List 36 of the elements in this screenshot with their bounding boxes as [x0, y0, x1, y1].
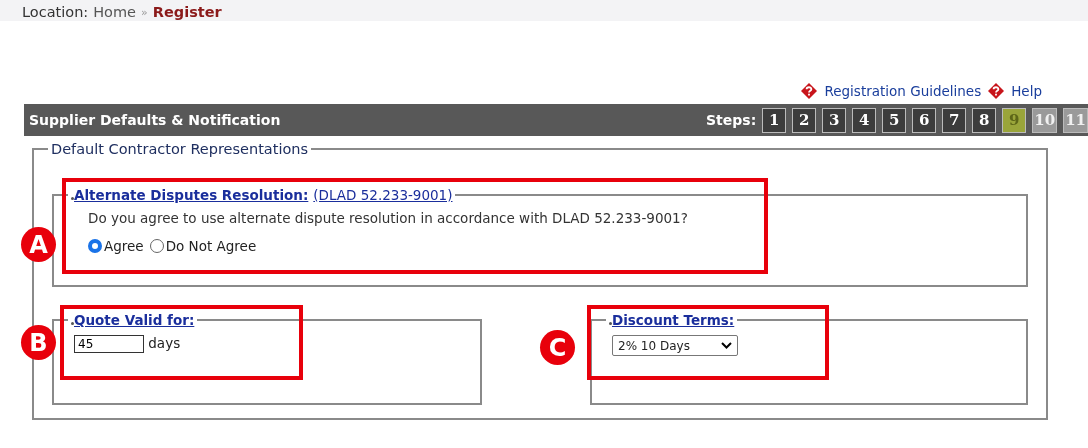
field-label-link[interactable]: Alternate Disputes Resolution: [74, 187, 309, 203]
chevron-icon [721, 342, 732, 349]
dropdown[interactable]: 2% 10 Days [612, 335, 738, 356]
step-button[interactable]: 8 [972, 107, 997, 133]
bullet-icon [71, 322, 74, 325]
radio-label: Do Not Agree [165, 238, 257, 254]
breadcrumb[interactable]: Home [93, 4, 137, 21]
fieldset-legend: Default Contractor Representations [51, 140, 309, 158]
reference-link[interactable]: (DLAD 52.233-9001) [313, 187, 453, 203]
location-label: Location: [22, 4, 89, 21]
section-title: Supplier Defaults & Notification [29, 112, 281, 128]
step-button[interactable]: 7 [942, 107, 967, 133]
radio-button[interactable] [88, 239, 102, 253]
radio-button[interactable] [149, 239, 164, 253]
step-button[interactable]: 5 [882, 107, 907, 133]
annotation-marker: B [21, 325, 56, 360]
bullet-icon [609, 322, 612, 325]
step-button[interactable]: 2 [792, 107, 817, 133]
step-button[interactable]: 1 [762, 107, 787, 133]
step-button[interactable]: 6 [912, 107, 937, 133]
help-icon [800, 82, 819, 100]
unit-label: days [148, 335, 181, 351]
help-link[interactable]: Registration Guidelines [800, 82, 982, 100]
step-button[interactable]: 4 [852, 107, 877, 133]
annotation-marker: C [540, 330, 575, 365]
radio-label: Agree [104, 238, 144, 254]
breadcrumb-separator: » [141, 5, 148, 21]
help-link[interactable]: Help [987, 82, 1042, 100]
question-text: Do you agree to use alternate dispute resolution in accordance with DLAD 52.233-9001? [88, 210, 689, 226]
annotation-marker: A [21, 227, 56, 262]
step-button[interactable]: 3 [822, 107, 847, 133]
input-field[interactable]: 45 [74, 335, 144, 353]
help-icon [987, 82, 1006, 100]
breadcrumb: Register [152, 4, 222, 21]
steps-label: Steps: [706, 112, 757, 128]
bullet-icon [71, 197, 74, 200]
